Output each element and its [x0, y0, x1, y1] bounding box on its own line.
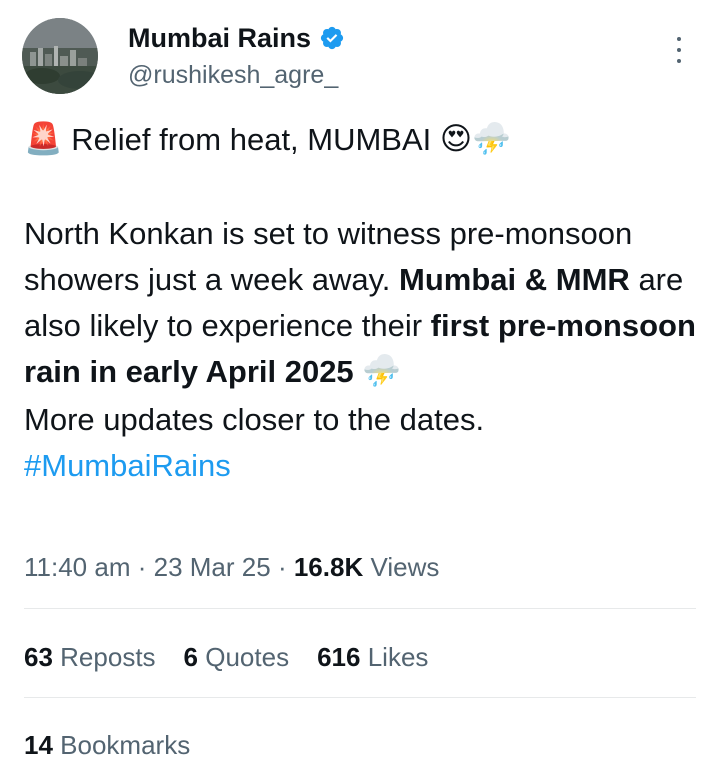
- tweet-paragraph-3: More updates closer to the dates.: [24, 397, 704, 443]
- reposts-stat[interactable]: 63 Reposts: [24, 640, 156, 674]
- tweet-p2-bold-region: Mumbai & MMR: [399, 261, 630, 297]
- quotes-stat[interactable]: 6 Quotes: [184, 640, 290, 674]
- avatar[interactable]: [22, 18, 98, 94]
- reposts-label: Reposts: [60, 642, 156, 672]
- dot-icon: [677, 37, 681, 41]
- thunderstorm-emoji-icon: ⛈️: [472, 120, 511, 156]
- bookmarks-label: Bookmarks: [60, 730, 191, 760]
- likes-count: 616: [317, 642, 361, 672]
- avatar-image: [22, 18, 98, 94]
- quotes-count: 6: [183, 642, 199, 672]
- author-name-row[interactable]: Mumbai Rains: [128, 22, 345, 54]
- likes-label: Likes: [367, 642, 429, 672]
- meta-separator: ·: [137, 552, 147, 582]
- tweet-time[interactable]: 11:40 am: [24, 552, 130, 582]
- bookmarks-count: 14: [24, 730, 53, 760]
- quotes-label: Quotes: [205, 642, 290, 672]
- engagement-stats: 63 Reposts 6 Quotes 616 Likes: [24, 640, 456, 674]
- tweet-hashtag-line: #MumbaiRains: [24, 443, 704, 489]
- divider: [24, 697, 696, 698]
- reposts-count: 63: [24, 642, 53, 672]
- divider: [24, 608, 696, 609]
- dot-icon: [677, 48, 681, 52]
- tweet-headline: Relief from heat, MUMBAI: [71, 122, 432, 157]
- more-options-icon[interactable]: [670, 34, 688, 66]
- author-handle[interactable]: @rushikesh_agre_: [128, 60, 338, 90]
- tweet-line-1: 🚨 Relief from heat, MUMBAI 😍⛈️: [24, 117, 704, 165]
- heart-eyes-emoji-icon: 😍: [439, 120, 473, 156]
- views-count: 16.8K: [293, 552, 364, 582]
- likes-stat[interactable]: 616 Likes: [317, 640, 428, 674]
- hashtag-link[interactable]: #MumbaiRains: [24, 448, 231, 483]
- author-display-name[interactable]: Mumbai Rains: [128, 22, 311, 54]
- tweet-p3-text: More updates closer to the dates.: [24, 401, 485, 437]
- dot-icon: [677, 59, 681, 63]
- tweet-paragraph-2: North Konkan is set to witness pre-monso…: [24, 211, 704, 397]
- meta-separator: ·: [277, 552, 287, 582]
- verified-badge-icon: [319, 25, 345, 51]
- views-label: Views: [370, 552, 440, 582]
- tweet-date[interactable]: 23 Mar 25: [154, 552, 271, 582]
- tweet-text: 🚨 Relief from heat, MUMBAI 😍⛈️ North Kon…: [24, 117, 704, 489]
- tweet-meta: 11:40 am · 23 Mar 25 · 16.8K Views: [24, 550, 439, 584]
- siren-emoji-icon: 🚨: [24, 120, 63, 156]
- thunderstorm-emoji-icon: ⛈️: [362, 352, 401, 388]
- bookmarks-stat[interactable]: 14 Bookmarks: [24, 728, 190, 762]
